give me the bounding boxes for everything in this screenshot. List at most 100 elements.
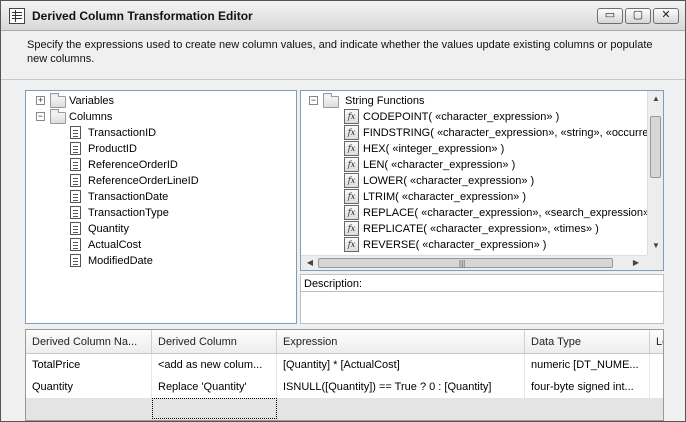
column-icon xyxy=(70,238,81,251)
window-title: Derived Column Transformation Editor xyxy=(32,9,253,23)
grid-cell-name[interactable]: TotalPrice xyxy=(26,354,152,376)
function-icon: fx xyxy=(344,125,359,140)
minimize-button[interactable]: ▭ xyxy=(597,8,623,24)
function-item[interactable]: fx REPLICATE( «character_expression», «ti… xyxy=(344,221,647,237)
tree-node-string-functions[interactable]: − String Functions xyxy=(309,93,609,109)
tree-node-label: Variables xyxy=(69,95,115,107)
grid-cell-expression[interactable]: [Quantity] * [ActualCost] xyxy=(277,354,525,376)
function-item[interactable]: fx LOWER( «character_expression» ) xyxy=(344,173,647,189)
editor-icon xyxy=(9,8,25,24)
folder-icon xyxy=(323,93,339,108)
maximize-button[interactable]: ▢ xyxy=(625,8,651,24)
variables-columns-tree[interactable]: + Variables − Columns TransactionID Prod… xyxy=(25,90,297,324)
column-label: ModifiedDate xyxy=(88,255,153,267)
derived-columns-grid[interactable]: Derived Column Na... Derived Column Expr… xyxy=(25,329,664,421)
function-item[interactable]: fx LTRIM( «character_expression» ) xyxy=(344,189,647,205)
column-icon xyxy=(70,126,81,139)
function-label: FINDSTRING( «character_expression», «str… xyxy=(363,127,647,139)
tree-item-column[interactable]: TransactionID xyxy=(70,125,290,141)
scroll-left-icon[interactable]: ◀ xyxy=(305,258,315,268)
column-icon xyxy=(70,142,81,155)
column-label: Quantity xyxy=(88,223,129,235)
scroll-right-icon[interactable]: ▶ xyxy=(631,258,641,268)
column-header-derived-column[interactable]: Derived Column xyxy=(152,330,277,354)
tree-item-column[interactable]: ModifiedDate xyxy=(70,253,290,269)
tree-item-column[interactable]: Quantity xyxy=(70,221,290,237)
grid-cell-expression[interactable]: ISNULL([Quantity]) == True ? 0 : [Quanti… xyxy=(277,376,525,398)
function-label: HEX( «integer_expression» ) xyxy=(363,143,505,155)
folder-icon xyxy=(50,109,66,124)
tree-node-variables[interactable]: + Variables xyxy=(36,93,236,109)
function-item[interactable]: fx REPLACE( «character_expression», «sear… xyxy=(344,205,647,221)
function-label: REPLICATE( «character_expression», «time… xyxy=(363,223,599,235)
focused-cell[interactable] xyxy=(152,398,277,419)
tree-item-column[interactable]: ProductID xyxy=(70,141,290,157)
column-icon xyxy=(70,254,81,267)
collapse-icon[interactable]: − xyxy=(36,112,45,121)
function-item[interactable]: fx LEN( «character_expression» ) xyxy=(344,157,647,173)
header-divider xyxy=(1,79,685,80)
grid-cell-name[interactable]: Quantity xyxy=(26,376,152,398)
grid-cell-derived-column[interactable]: <add as new colum... xyxy=(152,354,277,376)
expand-icon[interactable]: + xyxy=(36,96,45,105)
grid-cell-data-type[interactable]: numeric [DT_NUME... xyxy=(525,354,650,376)
function-label: REVERSE( «character_expression» ) xyxy=(363,239,547,251)
function-label: LOWER( «character_expression» ) xyxy=(363,175,535,187)
function-label: CODEPOINT( «character_expression» ) xyxy=(363,111,560,123)
function-icon: fx xyxy=(344,173,359,188)
column-icon xyxy=(70,174,81,187)
scroll-thumb[interactable] xyxy=(650,116,661,178)
tree-node-label: String Functions xyxy=(345,95,425,107)
functions-tree[interactable]: − String Functions fx CODEPOINT( «charact… xyxy=(300,90,664,271)
function-item[interactable]: fx REVERSE( «character_expression» ) xyxy=(344,237,647,253)
derived-column-editor-window: Derived Column Transformation Editor ▭ ▢… xyxy=(0,0,686,422)
tree-item-column[interactable]: ReferenceOrderLineID xyxy=(70,173,290,189)
tree-node-label: Columns xyxy=(69,111,113,123)
function-item[interactable]: fx CODEPOINT( «character_expression» ) xyxy=(344,109,654,125)
function-label: LEN( «character_expression» ) xyxy=(363,159,516,171)
column-icon xyxy=(70,222,81,235)
column-icon xyxy=(70,158,81,171)
tree-item-column[interactable]: TransactionDate xyxy=(70,189,290,205)
grid-cell-length[interactable] xyxy=(650,376,663,398)
vertical-scrollbar[interactable]: ▲ ▼ xyxy=(647,91,663,255)
column-label: ProductID xyxy=(88,143,137,155)
column-label: ActualCost xyxy=(88,239,142,251)
description-divider xyxy=(300,291,664,292)
function-icon: fx xyxy=(344,221,359,236)
tree-item-column[interactable]: ReferenceOrderID xyxy=(70,157,290,173)
scroll-down-icon[interactable]: ▼ xyxy=(651,241,661,251)
close-button[interactable]: ✕ xyxy=(653,8,679,24)
function-item[interactable]: fx FINDSTRING( «character_expression», «s… xyxy=(344,125,647,141)
folder-icon xyxy=(50,93,66,108)
horizontal-scrollbar[interactable]: ◀ ||| ▶ xyxy=(301,255,647,270)
column-header-derived-column-name[interactable]: Derived Column Na... xyxy=(26,330,152,354)
scroll-thumb[interactable]: ||| xyxy=(318,258,613,268)
column-label: ReferenceOrderID xyxy=(88,159,178,171)
tree-node-columns[interactable]: − Columns xyxy=(36,109,236,125)
function-label: LTRIM( «character_expression» ) xyxy=(363,191,527,203)
scroll-up-icon[interactable]: ▲ xyxy=(651,94,661,104)
grid-cell-data-type[interactable]: four-byte signed int... xyxy=(525,376,650,398)
function-icon: fx xyxy=(344,157,359,172)
tree-item-column[interactable]: ActualCost xyxy=(70,237,290,253)
function-item[interactable]: fx HEX( «integer_expression» ) xyxy=(344,141,647,157)
function-icon: fx xyxy=(344,109,359,124)
collapse-icon[interactable]: − xyxy=(309,96,318,105)
function-icon: fx xyxy=(344,205,359,220)
description-label: Description: xyxy=(304,278,363,290)
grid-cell-derived-column[interactable]: Replace 'Quantity' xyxy=(152,376,277,398)
column-label: TransactionDate xyxy=(88,191,169,203)
column-header-length[interactable]: Le xyxy=(650,330,663,354)
function-icon: fx xyxy=(344,189,359,204)
column-header-expression[interactable]: Expression xyxy=(277,330,525,354)
grid-cell-length[interactable] xyxy=(650,354,663,376)
column-label: TransactionID xyxy=(88,127,157,139)
function-icon: fx xyxy=(344,141,359,156)
title-bar: Derived Column Transformation Editor ▭ ▢… xyxy=(1,1,685,31)
tree-item-column[interactable]: TransactionType xyxy=(70,205,290,221)
column-header-data-type[interactable]: Data Type xyxy=(525,330,650,354)
new-row[interactable] xyxy=(26,398,663,420)
column-icon xyxy=(70,206,81,219)
grip-icon: ||| xyxy=(459,259,466,268)
